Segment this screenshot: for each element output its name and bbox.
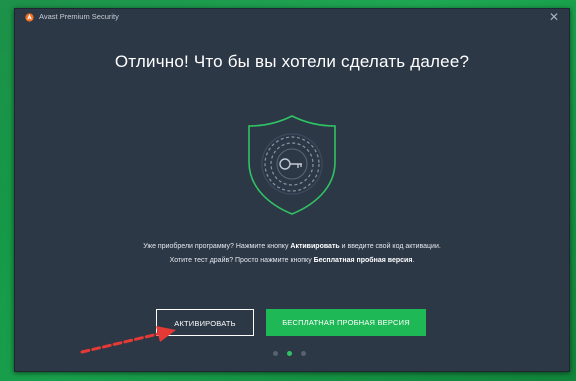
info-trial-pre: Хотите тест драйв? Просто нажмите кнопку — [169, 257, 314, 264]
free-trial-button[interactable]: БЕСПЛАТНАЯ ПРОБНАЯ ВЕРСИЯ — [266, 309, 426, 336]
info-trial-text: Хотите тест драйв? Просто нажмите кнопку… — [15, 257, 569, 264]
pagination-dots — [273, 351, 313, 357]
pagination-dot-3[interactable] — [301, 351, 306, 356]
info-activate-text: Уже приобрели программу? Нажмите кнопку … — [15, 243, 569, 250]
window-title: Avast Premium Security — [39, 12, 119, 21]
activate-button[interactable]: АКТИВИРОВАТЬ — [156, 309, 254, 336]
page-title: Отлично! Что бы вы хотели сделать далее? — [114, 52, 470, 71]
pagination-dot-2[interactable] — [287, 351, 292, 356]
info-trial-post: . — [412, 257, 415, 264]
pagination-dot-1[interactable] — [273, 351, 278, 356]
close-icon[interactable]: ✕ — [549, 11, 559, 23]
info-activate-pre: Уже приобрели программу? Нажмите кнопку — [143, 243, 291, 250]
avast-logo-icon — [25, 13, 34, 22]
avast-window: Avast Premium Security ✕ Отлично! Что бы… — [14, 8, 570, 372]
shield-key-icon — [248, 115, 336, 215]
info-activate-bold: Активировать — [290, 243, 340, 250]
info-trial-bold: Бесплатная пробная версия — [313, 257, 413, 264]
title-bar: Avast Premium Security ✕ — [15, 9, 569, 27]
info-activate-post: и введите свой код активации. — [339, 243, 441, 250]
